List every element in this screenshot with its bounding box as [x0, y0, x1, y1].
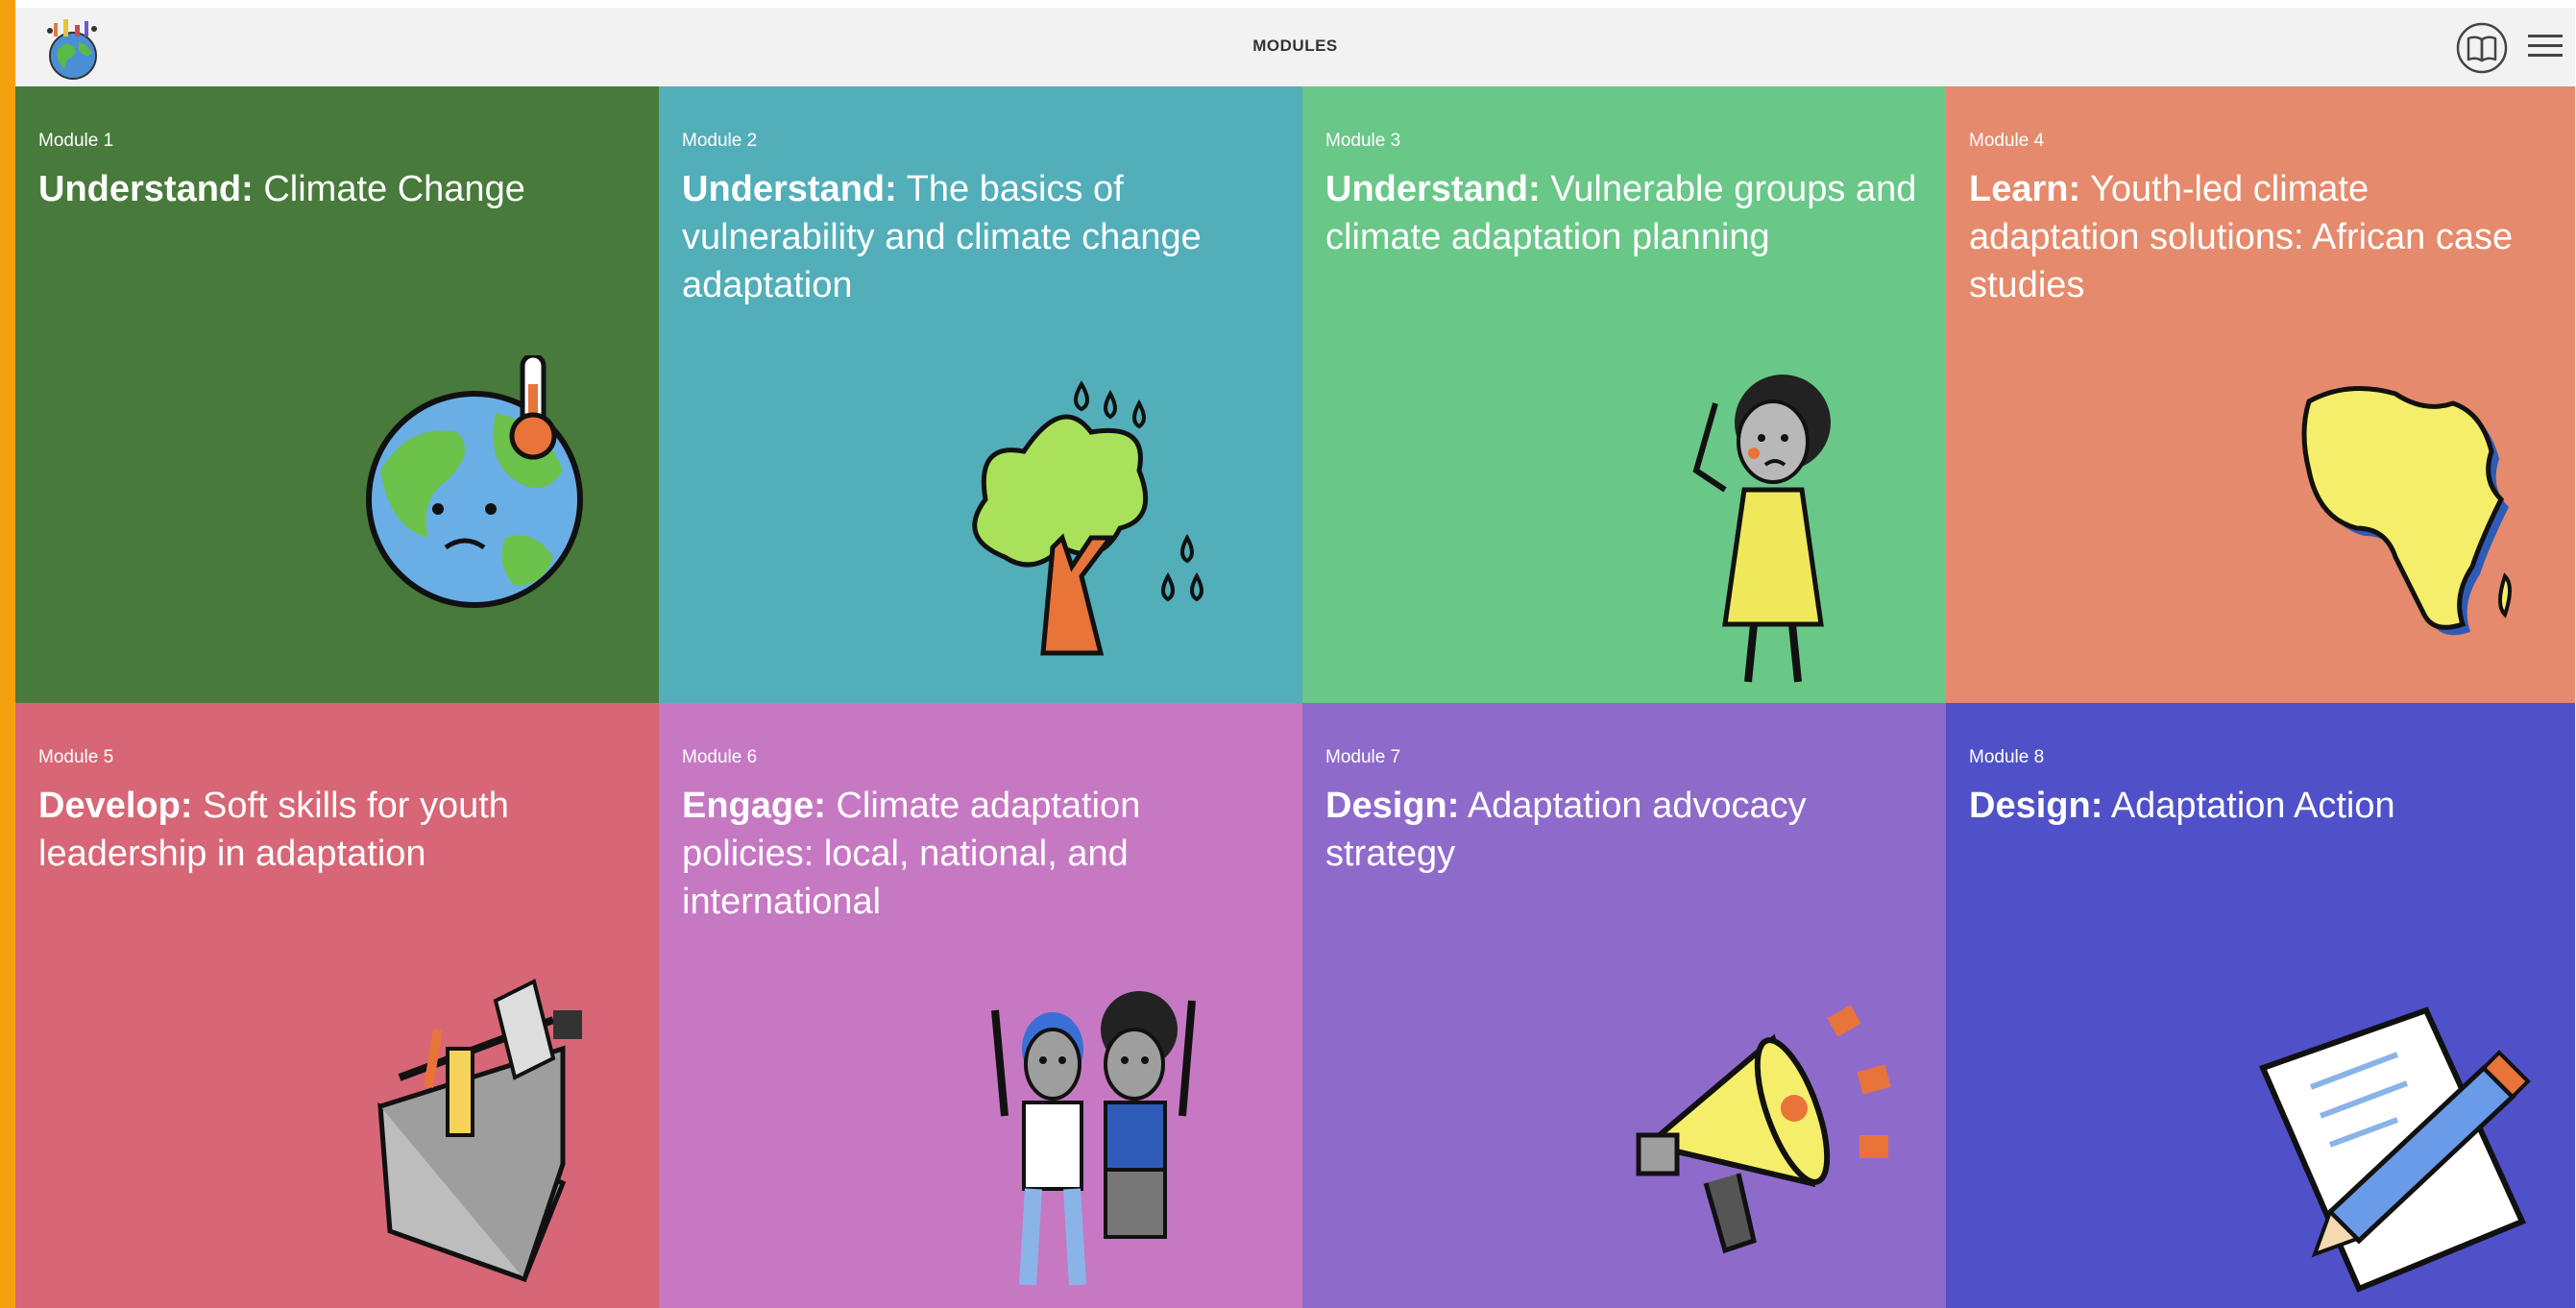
module-title-text: Adaptation Action: [2102, 786, 2395, 826]
top-strip: [15, 0, 2576, 8]
module-verb: Design:: [1969, 786, 2103, 826]
left-accent-bar: [0, 0, 15, 1308]
book-icon[interactable]: [2455, 21, 2509, 75]
module-number: Module 6: [682, 747, 758, 767]
module-title: Understand: The basics of vulnerability …: [682, 165, 1274, 309]
module-card-4[interactable]: Module 4 Learn: Youth-led climate adapta…: [1946, 86, 2575, 703]
module-card-2[interactable]: Module 2 Understand: The basics of vulne…: [659, 86, 1302, 703]
module-card-7[interactable]: Module 7 Design: Adaptation advocacy str…: [1302, 703, 1946, 1308]
hamburger-menu-icon[interactable]: [2524, 25, 2566, 67]
page-title: MODULES: [1252, 36, 1338, 55]
module-verb: Understand:: [1325, 169, 1541, 209]
module-verb: Engage:: [682, 786, 826, 826]
app-frame: MODULES Module 1 Understand: Climate Cha…: [0, 0, 2576, 1308]
module-title: Understand: Climate Change: [38, 165, 630, 213]
module-title: Develop: Soft skills for youth leadershi…: [38, 782, 630, 878]
module-card-5[interactable]: Module 5 Develop: Soft skills for youth …: [15, 703, 659, 1308]
module-number: Module 8: [1969, 747, 2045, 767]
module-verb: Understand:: [682, 169, 897, 209]
two-people-icon: [991, 991, 1196, 1286]
module-title: Design: Adaptation advocacy strategy: [1325, 782, 1917, 878]
module-verb: Understand:: [38, 169, 254, 209]
module-number: Module 1: [38, 131, 114, 151]
module-card-1[interactable]: Module 1 Understand: Climate Change: [15, 86, 659, 703]
module-title: Engage: Climate adaptation policies: loc…: [682, 782, 1274, 926]
africa-map-icon: [2301, 386, 2512, 636]
module-verb: Learn:: [1969, 169, 2081, 209]
module-number: Module 2: [682, 131, 758, 151]
paper-pencil-icon: [2258, 1006, 2531, 1293]
megaphone-icon: [1636, 1005, 1891, 1254]
globe-thermometer-icon: [366, 355, 583, 608]
module-title: Learn: Youth-led climate adaptation solu…: [1969, 165, 2546, 309]
module-title: Understand: Vulnerable groups and climat…: [1325, 165, 1917, 261]
module-number: Module 7: [1325, 747, 1401, 767]
module-title: Design: Adaptation Action: [1969, 782, 2546, 830]
modules-grid: Module 1 Understand: Climate Change Modu…: [15, 86, 2575, 1308]
tree-rain-icon: [972, 380, 1203, 656]
module-number: Module 4: [1969, 131, 2045, 151]
worried-woman-icon: [1692, 375, 1831, 683]
top-header: MODULES: [15, 8, 2575, 86]
module-verb: Develop:: [38, 786, 193, 826]
module-verb: Design:: [1325, 786, 1460, 826]
toolbox-icon: [377, 979, 582, 1283]
module-title-text: Climate Change: [253, 169, 525, 209]
module-card-3[interactable]: Module 3 Understand: Vulnerable groups a…: [1302, 86, 1946, 703]
module-number: Module 5: [38, 747, 114, 767]
module-card-8[interactable]: Module 8 Design: Adaptation Action: [1946, 703, 2575, 1308]
module-card-6[interactable]: Module 6 Engage: Climate adaptation poli…: [659, 703, 1302, 1308]
module-number: Module 3: [1325, 131, 1401, 151]
